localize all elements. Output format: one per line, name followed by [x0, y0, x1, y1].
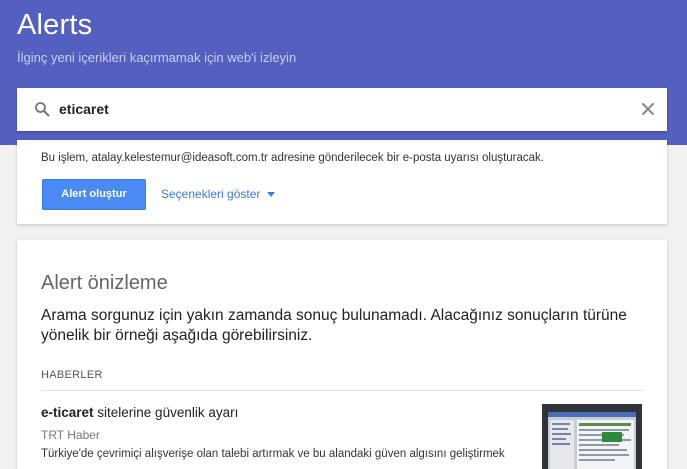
news-title-keyword[interactable]: e-ticaret	[41, 405, 94, 420]
news-snippet: Türkiye'de çevrimiçi alışverişe olan tal…	[41, 448, 505, 460]
search-query[interactable]: eticaret	[59, 101, 109, 117]
show-options-link[interactable]: Seçenekleri göster	[161, 187, 260, 201]
news-source: TRT Haber	[41, 428, 100, 442]
search-input[interactable]: eticaret	[17, 88, 667, 131]
news-section-label: HABERLER	[41, 369, 103, 381]
news-item-title[interactable]: e-ticaret sitelerine güvenlik ayarı	[41, 405, 238, 420]
preview-message: Arama sorgunuz için yakın zamanda sonuç …	[41, 307, 627, 344]
close-icon[interactable]	[639, 100, 657, 118]
news-thumbnail[interactable]	[542, 404, 642, 469]
search-icon	[35, 102, 50, 117]
page-subtitle: İlginç yeni içerikleri kaçırmamak için w…	[17, 50, 297, 65]
preview-title: Alert önizleme	[41, 272, 168, 294]
email-notice: Bu işlem, atalay.kelestemur@ideasoft.com…	[41, 152, 544, 164]
divider	[41, 390, 643, 391]
alert-preview-card: Alert önizleme Arama sorgunuz için yakın…	[17, 240, 667, 469]
news-thumbnail-image	[542, 404, 642, 469]
news-title-rest[interactable]: sitelerine güvenlik ayarı	[94, 405, 238, 420]
create-alert-card: Bu işlem, atalay.kelestemur@ideasoft.com…	[17, 140, 667, 224]
chevron-down-icon[interactable]	[267, 192, 275, 197]
create-alert-button[interactable]: Alert oluştur	[42, 179, 146, 210]
page-title: Alerts	[17, 9, 93, 41]
